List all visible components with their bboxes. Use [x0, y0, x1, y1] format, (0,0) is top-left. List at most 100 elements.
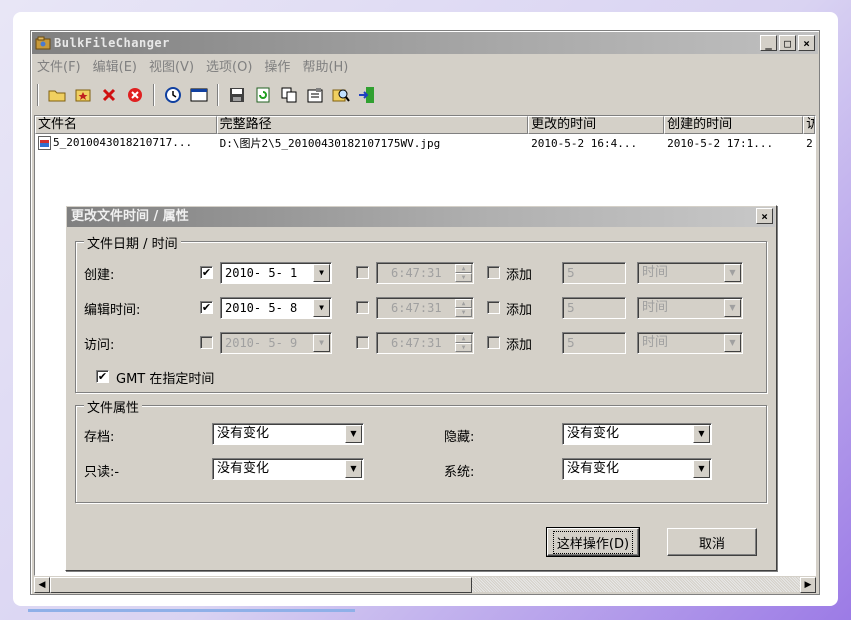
chevron-down-icon[interactable]: ▼ [724, 334, 741, 352]
find-icon[interactable] [330, 84, 352, 106]
app-icon [35, 36, 51, 50]
column-header-filename[interactable]: 文件名 [35, 116, 217, 134]
readonly-label: 只读:- [84, 465, 120, 480]
spin-up-icon[interactable]: ▲ [455, 264, 472, 273]
spin-up-icon[interactable]: ▲ [455, 334, 472, 343]
accessed-date-picker[interactable]: 2010- 5- 9 ▼ [220, 332, 332, 354]
chevron-down-icon[interactable]: ▼ [313, 264, 330, 282]
minimize-button[interactable]: _ [760, 35, 777, 51]
menu-options[interactable]: 选项(O) [206, 56, 252, 75]
column-header-accessed[interactable]: 访 [803, 116, 815, 134]
apply-button[interactable]: 这样操作(D) [546, 527, 640, 557]
toolbar-separator [153, 84, 155, 106]
remove-icon[interactable] [98, 84, 120, 106]
system-select[interactable]: 没有变化 ▼ [562, 458, 712, 480]
chevron-down-icon[interactable]: ▼ [345, 425, 362, 443]
add-files-icon[interactable] [72, 84, 94, 106]
created-date-checkbox[interactable]: ✔ [200, 266, 213, 279]
created-date-picker[interactable]: 2010- 5- 1 ▼ [220, 262, 332, 284]
accessed-time-value: 6:47:31 [391, 336, 442, 350]
save-icon[interactable] [226, 84, 248, 106]
spin-down-icon[interactable]: ▼ [455, 308, 472, 317]
clock-icon[interactable] [162, 84, 184, 106]
column-header-fullpath[interactable]: 完整路径 [216, 116, 529, 134]
dialog-close-button[interactable]: × [756, 208, 773, 224]
accessed-add-label: 添加 [506, 338, 533, 353]
modified-unit-select[interactable]: 时间 ▼ [637, 297, 743, 319]
spin-down-icon[interactable]: ▼ [455, 273, 472, 282]
chevron-down-icon[interactable]: ▼ [313, 334, 330, 352]
chevron-down-icon[interactable]: ▼ [724, 264, 741, 282]
menu-file[interactable]: 文件(F) [37, 56, 81, 75]
modified-time-field[interactable]: 6:47:31 ▲ ▼ [376, 297, 474, 319]
window-icon[interactable] [188, 84, 210, 106]
accessed-date-value: 2010- 5- 9 [225, 336, 298, 350]
scroll-thumb[interactable] [50, 577, 472, 593]
system-value: 没有变化 [567, 461, 620, 476]
cancel-button[interactable]: 取消 [667, 528, 757, 556]
stop-icon[interactable] [124, 84, 146, 106]
modified-add-value[interactable]: 5 [562, 297, 626, 319]
modified-time-value: 6:47:31 [391, 301, 442, 315]
accessed-time-checkbox[interactable] [356, 336, 369, 349]
exit-icon[interactable] [356, 84, 378, 106]
column-header-modified[interactable]: 更改的时间 [528, 116, 665, 134]
scroll-right-arrow-icon[interactable]: ▶ [800, 577, 816, 593]
title-bar: BulkFileChanger _ □ × [32, 32, 818, 54]
accessed-unit-select[interactable]: 时间 ▼ [637, 332, 743, 354]
accessed-time-field[interactable]: 6:47:31 ▲ ▼ [376, 332, 474, 354]
horizontal-scrollbar[interactable]: ◀ ▶ [34, 576, 816, 593]
readonly-value: 没有变化 [217, 461, 270, 476]
chevron-down-icon[interactable]: ▼ [693, 425, 710, 443]
refresh-icon[interactable] [252, 84, 274, 106]
maximize-button[interactable]: □ [779, 35, 796, 51]
spin-up-icon[interactable]: ▲ [455, 299, 472, 308]
close-button[interactable]: × [798, 35, 815, 51]
created-add-checkbox[interactable] [487, 266, 500, 279]
properties-icon[interactable] [304, 84, 326, 106]
created-unit-select[interactable]: 时间 ▼ [637, 262, 743, 284]
file-attributes-group-legend: 文件属性 [84, 397, 143, 416]
open-folder-icon[interactable] [46, 84, 68, 106]
scroll-left-arrow-icon[interactable]: ◀ [34, 577, 50, 593]
accessed-label: 访问: [84, 338, 115, 353]
menu-help[interactable]: 帮助(H) [302, 56, 348, 75]
created-time-checkbox[interactable] [356, 266, 369, 279]
table-row[interactable]: 5_2010043018210717... D:\图片2\5_201004301… [35, 134, 815, 152]
toolbar-separator [217, 84, 219, 106]
created-time-value: 6:47:31 [391, 266, 442, 280]
modified-time-checkbox[interactable] [356, 301, 369, 314]
hidden-select[interactable]: 没有变化 ▼ [562, 423, 712, 445]
modified-date-picker[interactable]: 2010- 5- 8 ▼ [220, 297, 332, 319]
accessed-date-checkbox[interactable] [200, 336, 213, 349]
gmt-checkbox[interactable]: ✔ [96, 370, 109, 383]
file-path-cell: D:\图片2\5_20100430182107175WV.jpg [219, 137, 441, 150]
accessed-add-value[interactable]: 5 [562, 332, 626, 354]
modified-date-checkbox[interactable]: ✔ [200, 301, 213, 314]
menu-edit[interactable]: 编辑(E) [93, 56, 137, 75]
modified-unit-value: 时间 [642, 300, 669, 315]
modified-time-cell: 2010-5-2 16:4... [531, 136, 638, 150]
chevron-down-icon[interactable]: ▼ [345, 460, 362, 478]
created-time-field[interactable]: 6:47:31 ▲ ▼ [376, 262, 474, 284]
accessed-time-cell: 2 [806, 136, 813, 150]
created-label: 创建: [84, 268, 115, 283]
chevron-down-icon[interactable]: ▼ [724, 299, 741, 317]
image-file-icon [38, 136, 51, 150]
menu-view[interactable]: 视图(V) [149, 56, 194, 75]
modified-add-checkbox[interactable] [487, 301, 500, 314]
spin-down-icon[interactable]: ▼ [455, 343, 472, 352]
copy-icon[interactable] [278, 84, 300, 106]
file-attributes-group: 文件属性 存档: 没有变化 ▼ 隐藏: 没有变化 ▼ 只读:- 没有变化 ▼ 系统: … [75, 397, 767, 503]
menu-actions[interactable]: 操作 [264, 56, 290, 75]
created-add-value[interactable]: 5 [562, 262, 626, 284]
archive-label: 存档: [84, 430, 115, 445]
chevron-down-icon[interactable]: ▼ [313, 299, 330, 317]
toolbar-separator [37, 84, 39, 106]
readonly-select[interactable]: 没有变化 ▼ [212, 458, 364, 480]
apply-button-label: 这样操作(D) [552, 530, 634, 554]
chevron-down-icon[interactable]: ▼ [693, 460, 710, 478]
archive-select[interactable]: 没有变化 ▼ [212, 423, 364, 445]
accessed-add-checkbox[interactable] [487, 336, 500, 349]
column-header-created[interactable]: 创建的时间 [664, 116, 804, 134]
